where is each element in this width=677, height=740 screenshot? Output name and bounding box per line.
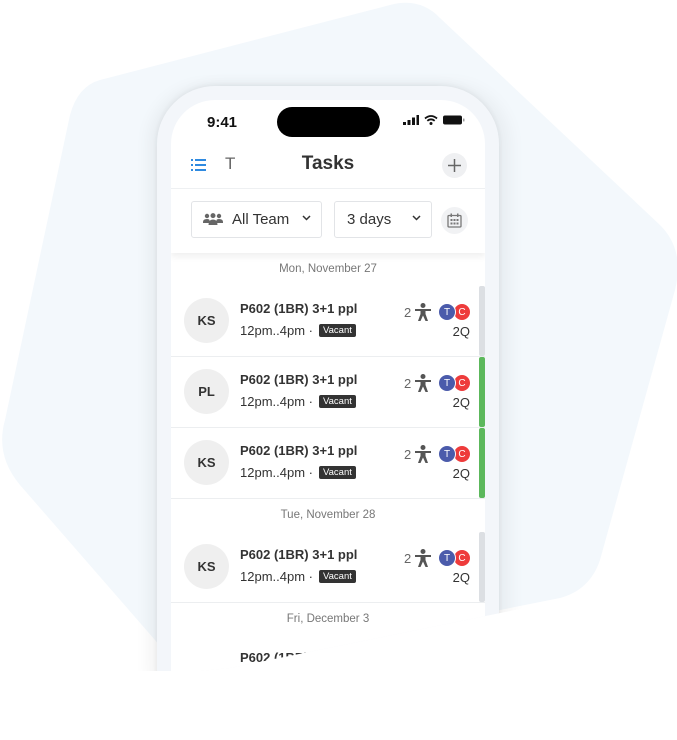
status-badge: Vacant <box>319 466 356 479</box>
task-code: 2Q <box>452 466 470 481</box>
person-icon <box>415 549 431 567</box>
person-icon <box>415 445 431 463</box>
status-badge: Vacant <box>319 570 356 583</box>
task-row[interactable]: PL P602 (1BR) 3+1 ppl 12pm..4pm · Vacant… <box>171 357 485 428</box>
battery-icon <box>443 115 465 125</box>
avatar: KS <box>184 440 229 485</box>
status-badge: Vacant <box>319 324 356 337</box>
task-code: 2Q <box>452 570 470 585</box>
task-row[interactable]: KS P602 (1BR) 3+1 ppl 12pm..4pm · Vacant… <box>171 428 485 499</box>
phone-mockup: 9:41 T Tasks All Team 3 days Mon, Novemb… <box>0 0 677 671</box>
chevron-down-icon <box>302 215 311 221</box>
day-header: Mon, November 27 <box>279 263 377 275</box>
status-icons <box>403 115 465 125</box>
separator: · <box>308 323 314 338</box>
task-time: 12pm..4pm <box>240 569 306 584</box>
assignee-initial: T <box>439 375 455 391</box>
team-icon <box>203 213 223 226</box>
assignee-initial: C <box>454 375 470 391</box>
assignee-initial: C <box>454 550 470 566</box>
calendar-button[interactable] <box>441 207 468 234</box>
guest-count: 2 <box>404 447 412 462</box>
signal-icon <box>403 115 419 125</box>
task-row[interactable]: KS P602 (1BR) 3+1 ppl 12pm..4pm · Vacant… <box>171 532 485 603</box>
separator: · <box>308 569 314 584</box>
task-name: P602 (1BR) 3+1 ppl <box>240 547 358 562</box>
add-task-button[interactable] <box>442 153 467 178</box>
nav-bar: T Tasks <box>171 150 485 189</box>
status-time: 9:41 <box>207 114 238 131</box>
days-select[interactable]: 3 days <box>334 201 432 238</box>
page-title: Tasks <box>301 153 355 174</box>
status-badge: Vacant <box>319 395 356 408</box>
task-subtitle: 12pm..4pm · Vacant <box>240 323 356 338</box>
person-icon <box>415 374 431 392</box>
task-row[interactable]: KS P602 (1BR) 3+1 ppl 12pm..4pm · Vacant… <box>171 286 485 357</box>
avatar: KS <box>184 298 229 343</box>
person-icon <box>415 303 431 321</box>
status-bar: 9:41 <box>171 100 485 150</box>
assignee-initial: T <box>439 446 455 462</box>
team-select-value: All Team <box>232 211 290 228</box>
avatar: PL <box>184 369 229 414</box>
separator: · <box>308 394 314 409</box>
task-subtitle: 12pm..4pm · Vacant <box>240 394 356 409</box>
task-time: 12pm..4pm <box>240 323 306 338</box>
status-strip <box>479 357 485 427</box>
guest-count: 2 <box>404 551 412 566</box>
plus-icon <box>447 158 462 173</box>
days-select-value: 3 days <box>347 211 392 228</box>
calendar-icon <box>447 213 462 228</box>
filter-bar: All Team 3 days <box>171 189 485 253</box>
task-subtitle: 12pm..4pm · Vacant <box>240 465 356 480</box>
assignee-initial: T <box>439 550 455 566</box>
task-name: P602 (1BR) 3+1 ppl <box>240 443 358 458</box>
guest-count: 2 <box>404 305 412 320</box>
assignee-initial: T <box>439 304 455 320</box>
avatar: KS <box>184 544 229 589</box>
guest-count: 2 <box>404 376 412 391</box>
separator: · <box>308 465 314 480</box>
task-subtitle: 12pm..4pm · Vacant <box>240 569 356 584</box>
dynamic-island <box>277 107 380 137</box>
task-time: 12pm..4pm <box>240 465 306 480</box>
task-code: 2Q <box>452 324 470 339</box>
task-name: P602 (1BR) 3+1 ppl <box>240 372 358 387</box>
assignee-initial: C <box>454 304 470 320</box>
task-name: P602 (1BR) 3+1 ppl <box>240 301 358 316</box>
task-time: 12pm..4pm <box>240 394 306 409</box>
status-strip <box>479 428 485 498</box>
status-strip <box>479 532 485 602</box>
task-code: 2Q <box>452 395 470 410</box>
team-select[interactable]: All Team <box>191 201 322 238</box>
chevron-down-icon <box>412 215 421 221</box>
wifi-icon <box>424 115 438 125</box>
assignee-initial: C <box>454 446 470 462</box>
day-header: Tue, November 28 <box>280 509 376 521</box>
status-strip <box>479 286 485 356</box>
